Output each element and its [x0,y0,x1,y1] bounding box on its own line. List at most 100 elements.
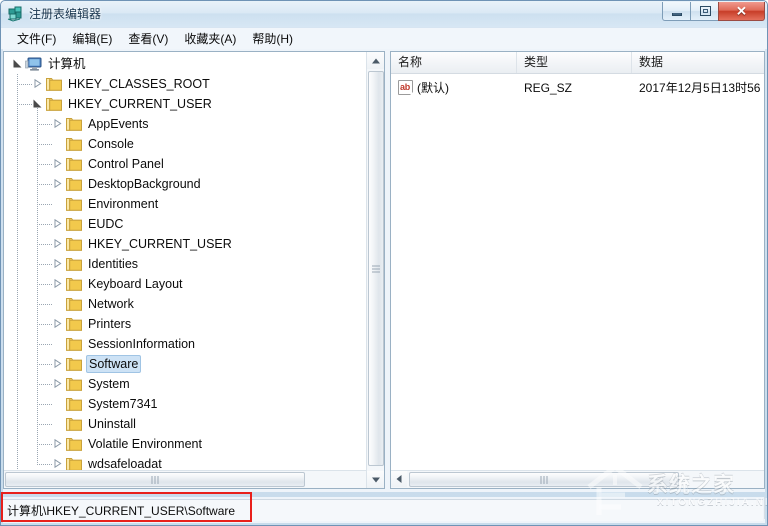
tree-node-hkey-classes-root[interactable]: HKEY_CLASSES_ROOT [4,74,364,94]
tree-node-label: Uninstall [88,417,136,431]
scroll-left-button[interactable] [391,471,407,487]
tree-node-label: HKEY_CURRENT_USER [88,237,232,251]
registry-tree-panel: 计算机 HKEY_CLASSES_ROOT HKEY_CURRENT_USER App… [3,51,385,489]
expander-collapsed-icon[interactable] [50,274,65,294]
tree-node-[interactable]: 计算机 [4,54,364,74]
tree-node-label: Network [88,297,134,311]
tree-horizontal-scrollbar[interactable] [4,470,366,488]
folder-icon [65,316,83,332]
tree-node-sessioninformation[interactable]: SessionInformation [4,334,364,354]
tree-node-hkey-current-user[interactable]: HKEY_CURRENT_USER [4,234,364,254]
folder-icon [65,216,83,232]
folder-icon [65,356,83,372]
tree-node-eudc[interactable]: EUDC [4,214,364,234]
tree-node-system7341[interactable]: System7341 [4,394,364,414]
folder-icon [65,376,83,392]
value-name: (默认) [417,81,449,95]
tree-node-hkey-current-user[interactable]: HKEY_CURRENT_USER [4,94,364,114]
registry-values-panel: 名称 类型 数据 ab (默认) REG_SZ 2017年12月5日13时56 [390,51,765,489]
tree-node-console[interactable]: Console [4,134,364,154]
expander-placeholder [50,194,65,214]
folder-icon [65,256,83,272]
tree-node-volatile-environment[interactable]: Volatile Environment [4,434,364,454]
menu-edit[interactable]: 编辑(E) [64,28,120,49]
client-area: 计算机 HKEY_CLASSES_ROOT HKEY_CURRENT_USER App… [3,49,765,492]
title-bar[interactable]: 注册表编辑器 ✕ [1,1,767,27]
list-header: 名称 类型 数据 [391,52,764,74]
grip-icon [151,475,159,484]
expander-placeholder [50,294,65,314]
tree-node-label: Environment [88,197,159,211]
expander-collapsed-icon[interactable] [50,114,65,134]
minimize-button[interactable] [662,2,691,21]
list-hscroll-thumb[interactable] [409,472,679,487]
expander-placeholder [50,394,65,414]
registry-editor-window: 注册表编辑器 ✕ 文件(F) 编辑(E) 查看(V) 收藏夹(A) 帮助(H) … [0,0,768,526]
scroll-up-button[interactable] [367,52,384,69]
expander-collapsed-icon[interactable] [50,214,65,234]
folder-icon [65,436,83,452]
tree-node-label: AppEvents [88,117,149,131]
table-row[interactable]: ab (默认) REG_SZ 2017年12月5日13时56 [391,78,764,98]
maximize-button[interactable] [690,2,719,21]
menu-favorites[interactable]: 收藏夹(A) [176,28,244,49]
value-type: REG_SZ [524,81,573,95]
expander-placeholder [50,414,65,434]
tree-node-label: 计算机 [48,57,86,71]
tree-hscroll-thumb[interactable] [5,472,305,487]
grip-icon [540,475,548,484]
expander-collapsed-icon[interactable] [50,374,65,394]
tree-node-control-panel[interactable]: Control Panel [4,154,364,174]
expander-collapsed-icon[interactable] [50,254,65,274]
expander-collapsed-icon[interactable] [50,434,65,454]
expander-collapsed-icon[interactable] [50,174,65,194]
tree-node-label: System7341 [88,397,158,411]
menu-file[interactable]: 文件(F) [9,28,64,49]
tree-node-label: Control Panel [88,157,164,171]
scroll-down-button[interactable] [367,471,384,488]
list-horizontal-scrollbar[interactable] [391,470,764,488]
tree-node-software[interactable]: Software [4,354,364,374]
tree-node-printers[interactable]: Printers [4,314,364,334]
expander-expanded-icon[interactable] [30,94,45,114]
expander-collapsed-icon[interactable] [50,234,65,254]
chevron-up-icon [372,58,380,63]
expander-collapsed-icon[interactable] [50,354,65,374]
tree-vertical-scrollbar[interactable] [366,52,384,488]
expander-expanded-icon[interactable] [10,54,25,74]
folder-icon [65,396,83,412]
expander-collapsed-icon[interactable] [30,74,45,94]
tree-scroll-thumb[interactable] [368,71,384,466]
expander-collapsed-icon[interactable] [50,154,65,174]
minimize-icon [672,13,682,16]
column-header-data[interactable]: 数据 [632,52,764,73]
statusbar-divider [764,497,765,519]
status-bar: 计算机\HKEY_CURRENT_USER\Software [3,497,765,523]
tree-node-desktopbackground[interactable]: DesktopBackground [4,174,364,194]
tree-node-label: DesktopBackground [88,177,201,191]
tree-node-system[interactable]: System [4,374,364,394]
registry-tree[interactable]: 计算机 HKEY_CLASSES_ROOT HKEY_CURRENT_USER App… [4,52,366,488]
column-header-type[interactable]: 类型 [517,52,632,73]
column-header-name[interactable]: 名称 [391,52,517,73]
folder-icon [65,416,83,432]
menu-bar: 文件(F) 编辑(E) 查看(V) 收藏夹(A) 帮助(H) [1,28,767,49]
tree-node-network[interactable]: Network [4,294,364,314]
statusbar-path: 计算机\HKEY_CURRENT_USER\Software [3,499,763,521]
folder-icon [65,176,83,192]
menu-view[interactable]: 查看(V) [120,28,176,49]
tree-node-identities[interactable]: Identities [4,254,364,274]
expander-collapsed-icon[interactable] [50,314,65,334]
tree-node-environment[interactable]: Environment [4,194,364,214]
tree-node-uninstall[interactable]: Uninstall [4,414,364,434]
close-button[interactable]: ✕ [718,2,765,21]
tree-node-keyboard-layout[interactable]: Keyboard Layout [4,274,364,294]
tree-node-label: Software [86,355,142,373]
folder-icon [45,76,63,92]
menu-help[interactable]: 帮助(H) [244,28,301,49]
folder-icon [65,156,83,172]
expander-placeholder [50,134,65,154]
tree-node-appevents[interactable]: AppEvents [4,114,364,134]
tree-node-label: System [88,377,130,391]
folder-icon [65,196,83,212]
